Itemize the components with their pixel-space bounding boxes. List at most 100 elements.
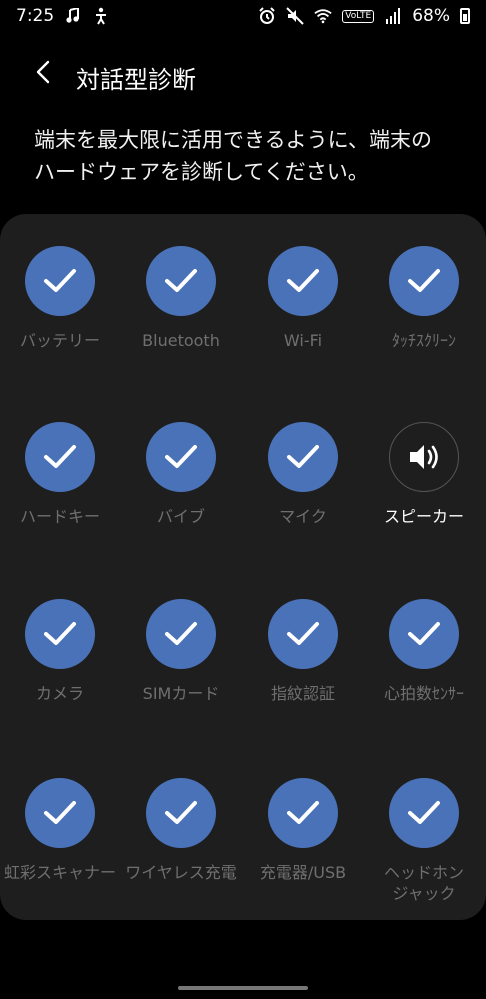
- test-item[interactable]: 指紋認証: [243, 599, 363, 704]
- test-complete-button[interactable]: [389, 778, 459, 848]
- description-line-1: 端末を最大限に活用できるように、端末の: [34, 128, 432, 152]
- back-button[interactable]: [28, 48, 58, 96]
- test-label: 虹彩スキャナー: [0, 862, 120, 883]
- test-label-text: 指紋認証: [270, 684, 335, 703]
- test-label-text-line-2: ジャック: [392, 884, 456, 903]
- cell-signal-icon: [384, 7, 402, 25]
- app-bar: 対話型診断: [0, 48, 486, 96]
- test-complete-button[interactable]: [268, 422, 338, 492]
- test-complete-button[interactable]: [25, 246, 95, 316]
- clock: 7:25: [16, 6, 55, 26]
- test-item[interactable]: 心拍数ｾﾝｻｰ: [364, 599, 484, 704]
- test-label-text: ワイヤレス充電: [125, 863, 237, 882]
- checkmark-icon: [164, 268, 198, 294]
- test-item[interactable]: スピーカー: [364, 422, 484, 527]
- test-complete-button[interactable]: [25, 778, 95, 848]
- test-item[interactable]: Bluetooth: [121, 246, 241, 351]
- diagnostics-panel: バッテリー Bluetooth Wi-Fi ﾀｯﾁｽｸﾘｰﾝ ハードキー バイブ マイク スピ…: [0, 214, 486, 920]
- test-label: SIMカード: [121, 683, 241, 704]
- checkmark-icon: [164, 800, 198, 826]
- checkmark-icon: [164, 621, 198, 647]
- description-line-2: ハードウェアを診断してください。: [34, 160, 369, 184]
- test-item[interactable]: ﾀｯﾁｽｸﾘｰﾝ: [364, 246, 484, 351]
- test-label-text: 心拍数ｾﾝｻｰ: [383, 684, 464, 703]
- test-label-text: ヘッドホン: [383, 863, 464, 882]
- test-label: 充電器/USB: [243, 862, 363, 883]
- checkmark-icon: [43, 268, 77, 294]
- volte-badge: VoLTE: [342, 9, 375, 23]
- test-item[interactable]: 充電器/USB: [243, 778, 363, 883]
- checkmark-icon: [407, 800, 441, 826]
- test-label-text: カメラ: [35, 684, 84, 703]
- checkmark-icon: [164, 444, 198, 470]
- battery-percent: 68%: [412, 6, 450, 26]
- test-label: バッテリー: [0, 330, 120, 351]
- test-label: Wi-Fi: [243, 330, 363, 351]
- test-item[interactable]: ハードキー: [0, 422, 120, 527]
- test-complete-button[interactable]: [146, 422, 216, 492]
- checkmark-icon: [286, 800, 320, 826]
- test-item[interactable]: バッテリー: [0, 246, 120, 351]
- test-item[interactable]: カメラ: [0, 599, 120, 704]
- page-description: 端末を最大限に活用できるように、端末の ハードウェアを診断してください。: [34, 124, 454, 188]
- test-label: 心拍数ｾﾝｻｰ: [364, 683, 484, 704]
- checkmark-icon: [286, 621, 320, 647]
- checkmark-icon: [43, 621, 77, 647]
- test-label-text: Wi-Fi: [283, 331, 323, 350]
- test-label: カメラ: [0, 683, 120, 704]
- test-label-text: Bluetooth: [142, 331, 220, 350]
- mute-icon: [286, 7, 304, 25]
- battery-status-icon: [460, 8, 470, 24]
- test-label: スピーカー: [364, 506, 484, 527]
- test-complete-button[interactable]: [389, 599, 459, 669]
- checkmark-icon: [43, 444, 77, 470]
- wifi-signal-icon: [314, 7, 332, 25]
- test-complete-button[interactable]: [268, 778, 338, 848]
- test-item[interactable]: 虹彩スキャナー: [0, 778, 120, 883]
- test-label: ハードキー: [0, 506, 120, 527]
- test-complete-button[interactable]: [25, 422, 95, 492]
- test-complete-button[interactable]: [268, 599, 338, 669]
- checkmark-icon: [43, 800, 77, 826]
- test-complete-button[interactable]: [389, 246, 459, 316]
- test-complete-button[interactable]: [146, 778, 216, 848]
- test-label: マイク: [243, 506, 363, 527]
- page-title: 対話型診断: [76, 66, 196, 94]
- test-complete-button[interactable]: [146, 246, 216, 316]
- test-start-button[interactable]: [389, 422, 459, 492]
- test-complete-button[interactable]: [25, 599, 95, 669]
- test-item[interactable]: マイク: [243, 422, 363, 527]
- test-item[interactable]: SIMカード: [121, 599, 241, 704]
- test-label-text: 充電器/USB: [259, 863, 347, 882]
- checkmark-icon: [286, 268, 320, 294]
- test-label-text: スピーカー: [383, 507, 464, 526]
- test-label-text: バッテリー: [19, 331, 100, 350]
- test-label-text: マイク: [279, 507, 327, 526]
- test-label: 指紋認証: [243, 683, 363, 704]
- test-item[interactable]: Wi-Fi: [243, 246, 363, 351]
- accessibility-icon: [92, 7, 110, 25]
- test-item[interactable]: バイブ: [121, 422, 241, 527]
- test-complete-button[interactable]: [146, 599, 216, 669]
- alarm-icon: [258, 7, 276, 25]
- test-item[interactable]: ヘッドホン ジャック: [364, 778, 484, 904]
- test-label: バイブ: [121, 506, 241, 527]
- status-bar: 7:25 VoLTE 68%: [0, 0, 486, 32]
- speaker-icon: [407, 442, 441, 472]
- test-label-text: ﾀｯﾁｽｸﾘｰﾝ: [391, 331, 456, 350]
- status-bar-left: 7:25: [16, 6, 110, 26]
- home-indicator: [178, 986, 308, 990]
- test-label-text: ハードキー: [19, 507, 100, 526]
- test-label: ヘッドホン ジャック: [364, 862, 484, 904]
- test-item[interactable]: ワイヤレス充電: [121, 778, 241, 883]
- checkmark-icon: [407, 621, 441, 647]
- test-label-text: SIMカード: [142, 684, 220, 703]
- test-label: ﾀｯﾁｽｸﾘｰﾝ: [364, 330, 484, 351]
- test-label-text: 虹彩スキャナー: [3, 863, 116, 882]
- test-label-text: バイブ: [156, 507, 205, 526]
- checkmark-icon: [286, 444, 320, 470]
- checkmark-icon: [407, 268, 441, 294]
- test-label: ワイヤレス充電: [121, 862, 241, 883]
- test-complete-button[interactable]: [268, 246, 338, 316]
- chevron-left-icon: [36, 60, 50, 84]
